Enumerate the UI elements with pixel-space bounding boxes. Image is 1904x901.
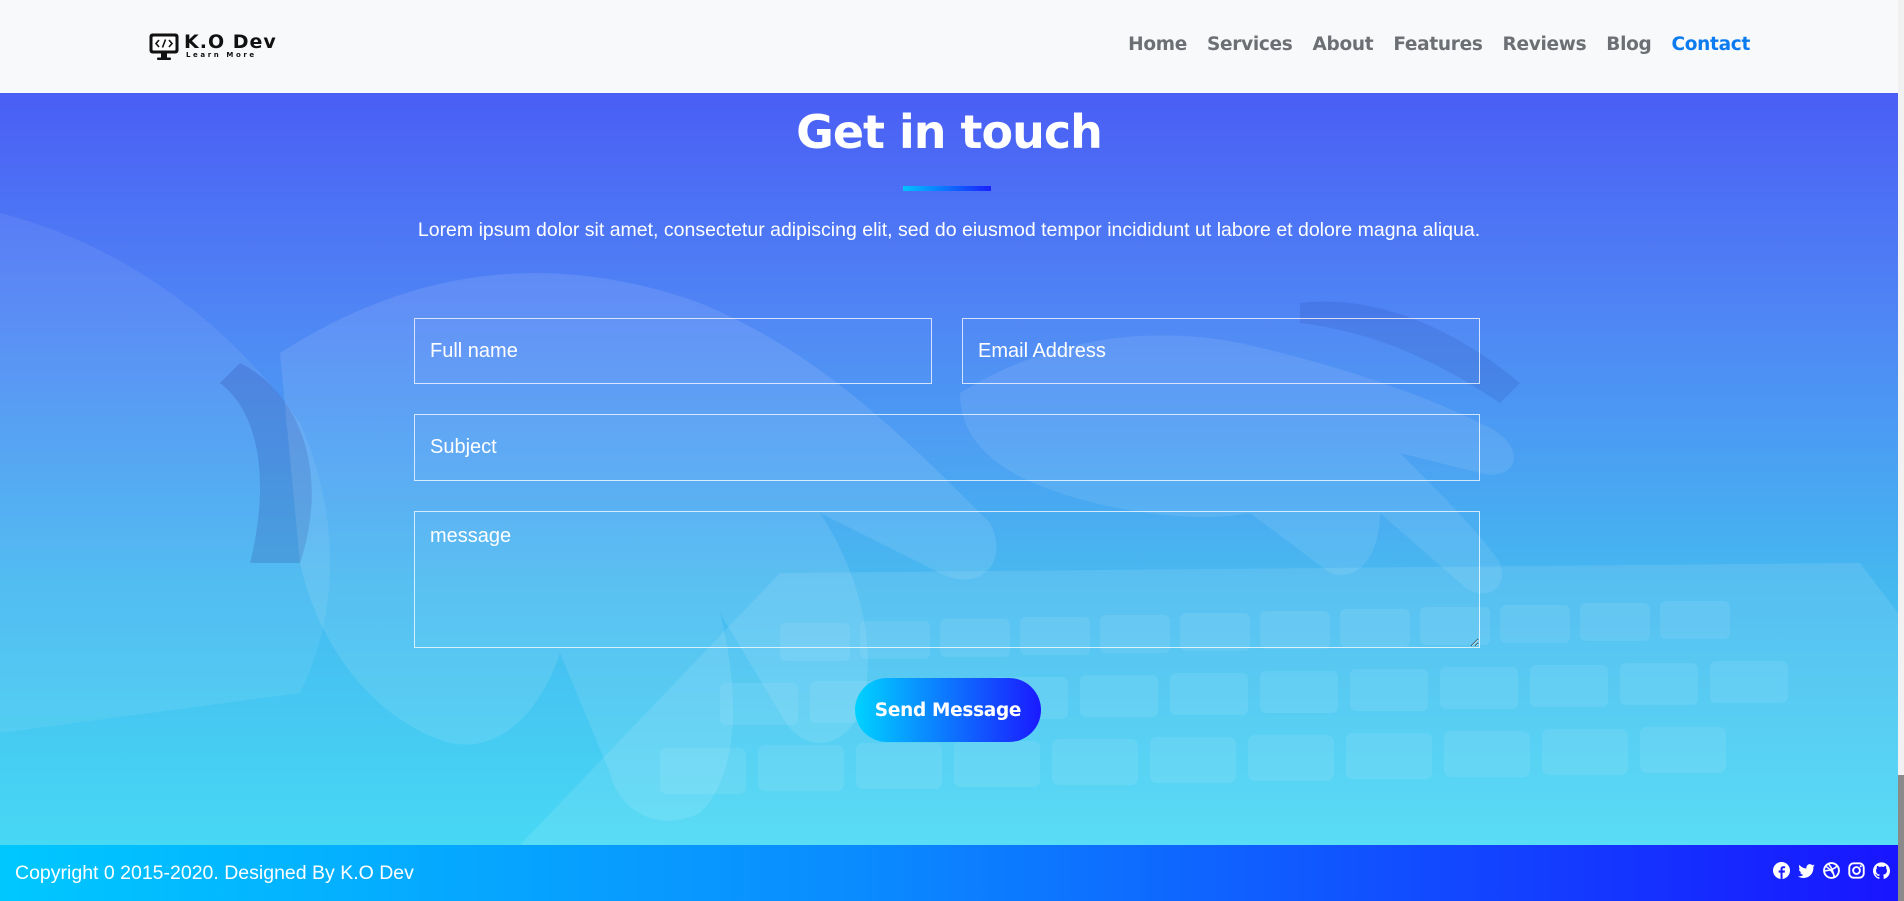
full-name-input[interactable] — [414, 318, 932, 384]
nav-services[interactable]: Services — [1207, 34, 1293, 55]
monitor-code-icon — [148, 32, 180, 62]
section-title: Get in touch — [796, 105, 1103, 159]
nav-about[interactable]: About — [1313, 34, 1374, 55]
brand-name: K.O Dev — [184, 31, 277, 53]
social-links — [1765, 862, 1890, 879]
twitter-icon[interactable] — [1798, 862, 1815, 879]
github-icon[interactable] — [1873, 862, 1890, 879]
title-underline — [903, 186, 991, 191]
instagram-icon[interactable] — [1848, 862, 1865, 879]
section-description: Lorem ipsum dolor sit amet, consectetur … — [417, 219, 1481, 241]
main-nav: Home Services About Features Reviews Blo… — [1108, 34, 1750, 55]
copyright-text: Copyright 0 2015-2020. Designed By K.O D… — [15, 862, 414, 884]
email-input[interactable] — [962, 318, 1480, 384]
dribbble-icon[interactable] — [1823, 862, 1840, 879]
send-message-button[interactable]: Send Message — [855, 678, 1041, 742]
facebook-icon[interactable] — [1773, 862, 1790, 879]
nav-home[interactable]: Home — [1128, 34, 1187, 55]
subject-input[interactable] — [414, 414, 1480, 481]
brand-tagline: Learn More — [186, 51, 257, 59]
nav-contact[interactable]: Contact — [1672, 34, 1751, 55]
message-textarea[interactable] — [414, 511, 1480, 648]
scrollbar-thumb[interactable] — [1898, 775, 1904, 901]
footer: Copyright 0 2015-2020. Designed By K.O D… — [0, 845, 1898, 901]
nav-blog[interactable]: Blog — [1606, 34, 1652, 55]
brand-logo[interactable]: K.O Dev Learn More — [148, 32, 277, 62]
nav-features[interactable]: Features — [1393, 34, 1483, 55]
page-scrollbar[interactable] — [1898, 0, 1904, 901]
nav-reviews[interactable]: Reviews — [1503, 34, 1587, 55]
navbar: K.O Dev Learn More Home Services About F… — [0, 0, 1898, 93]
contact-section: Get in touch Lorem ipsum dolor sit amet,… — [0, 93, 1898, 845]
